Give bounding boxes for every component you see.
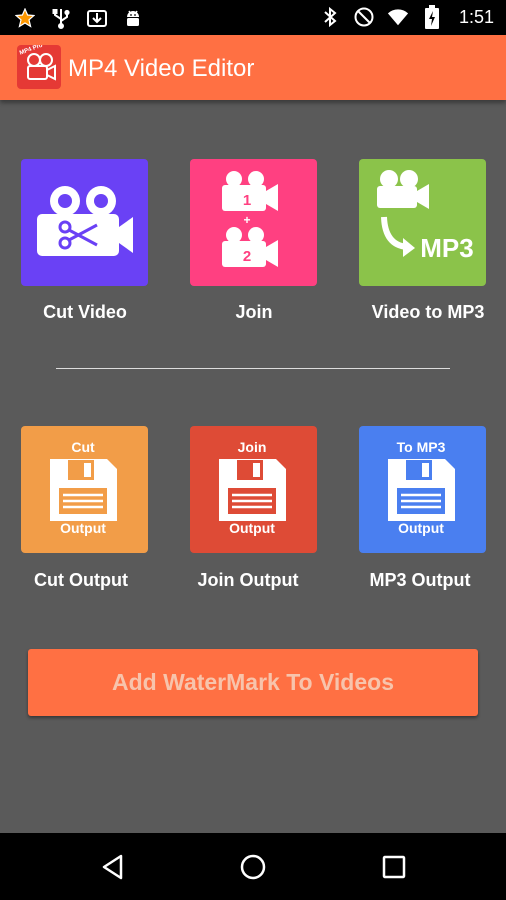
- join-icon-plus: +: [243, 213, 250, 227]
- download-icon: [86, 7, 108, 29]
- save-icon: Cut Output: [21, 426, 148, 553]
- cut-output-label: Cut Output: [34, 570, 128, 590]
- video-to-mp3-tile[interactable]: MP3: [359, 159, 486, 286]
- join-label: Join: [235, 302, 273, 322]
- join-videos-icon: 1 + 2: [190, 159, 317, 286]
- join-icon-1: 1: [243, 192, 251, 209]
- home-icon[interactable]: [239, 853, 267, 881]
- bluetooth-icon: [319, 6, 341, 28]
- join-output-icon-top: Join: [238, 439, 267, 455]
- mp3-icon-text: MP3: [420, 233, 473, 263]
- back-icon[interactable]: [99, 853, 127, 881]
- cut-video-tile[interactable]: [21, 159, 148, 286]
- join-output-label: Join Output: [197, 570, 299, 590]
- join-tile[interactable]: 1 + 2: [190, 159, 317, 286]
- mp3-output-icon-bottom: Output: [398, 520, 444, 536]
- app-bar: MP4 Pro MP4 Video Editor: [0, 35, 506, 100]
- video-to-mp3-icon: MP3: [359, 159, 486, 286]
- app-logo: MP4 Pro: [17, 43, 61, 89]
- wifi-icon: [387, 6, 409, 28]
- recents-icon[interactable]: [380, 853, 408, 881]
- save-icon: To MP3 Output: [359, 426, 486, 553]
- join-output-tile[interactable]: Join Output: [190, 426, 317, 553]
- join-output-icon-bottom: Output: [229, 520, 275, 536]
- usb-icon: [50, 7, 72, 29]
- cut-output-icon-top: Cut: [71, 439, 95, 455]
- divider: [56, 368, 450, 369]
- navigation-bar: [0, 833, 506, 900]
- do-not-disturb-icon: [353, 6, 375, 28]
- cut-output-tile[interactable]: Cut Output: [21, 426, 148, 553]
- clock: 1:51: [458, 6, 494, 27]
- battery-icon: [421, 5, 443, 29]
- mp3-output-label: MP3 Output: [369, 570, 471, 590]
- main-panel: Cut Video 1 + 2 Join MP3 Video to MP3 Cu…: [0, 100, 506, 833]
- join-icon-2: 2: [243, 248, 251, 265]
- save-icon: Join Output: [190, 426, 317, 553]
- mp3-output-tile[interactable]: To MP3 Output: [359, 426, 486, 553]
- status-bar: 1:51: [0, 0, 506, 35]
- cut-video-label: Cut Video: [43, 302, 127, 322]
- mp3-output-icon-top: To MP3: [397, 439, 446, 455]
- video-to-mp3-label: Video to MP3: [371, 302, 485, 322]
- video-scissors-icon: [21, 159, 148, 286]
- add-watermark-button[interactable]: Add WaterMark To Videos: [28, 649, 478, 716]
- star-icon: [14, 7, 36, 29]
- android-icon: [122, 7, 144, 29]
- app-title: MP4 Video Editor: [68, 55, 255, 82]
- cut-output-icon-bottom: Output: [60, 520, 106, 536]
